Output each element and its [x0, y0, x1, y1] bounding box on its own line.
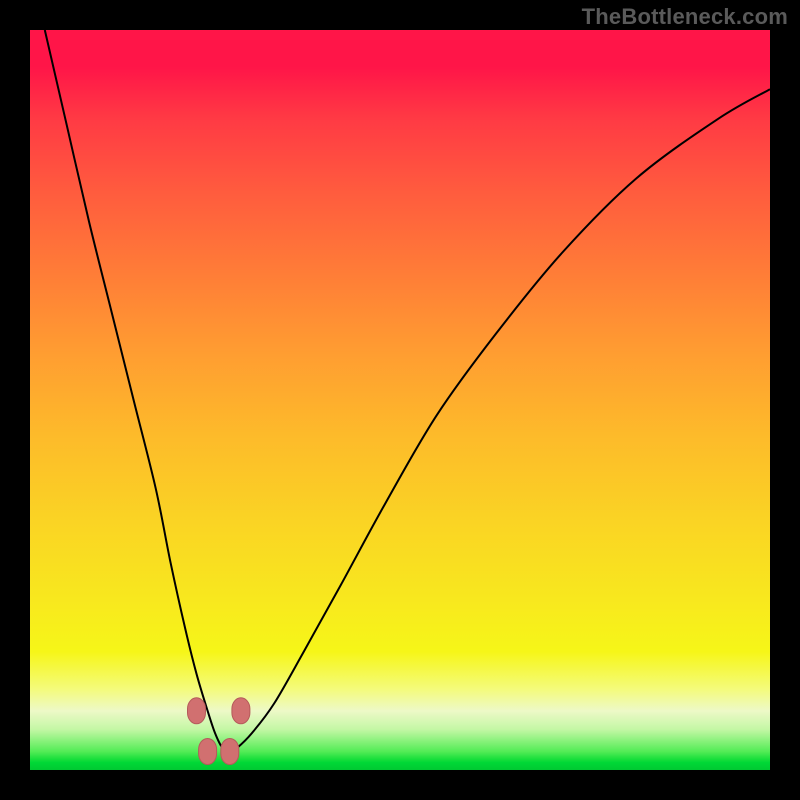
chart-frame: TheBottleneck.com — [0, 0, 800, 800]
optimal-zone-markers — [188, 698, 250, 765]
optimal-point-marker — [188, 698, 206, 724]
watermark-text: TheBottleneck.com — [582, 4, 788, 30]
bottleneck-curve-chart — [30, 30, 770, 770]
plot-area — [30, 30, 770, 770]
optimal-point-marker — [232, 698, 250, 724]
optimal-point-marker — [199, 739, 217, 765]
optimal-point-marker — [221, 739, 239, 765]
bottleneck-curve-line — [45, 30, 770, 752]
